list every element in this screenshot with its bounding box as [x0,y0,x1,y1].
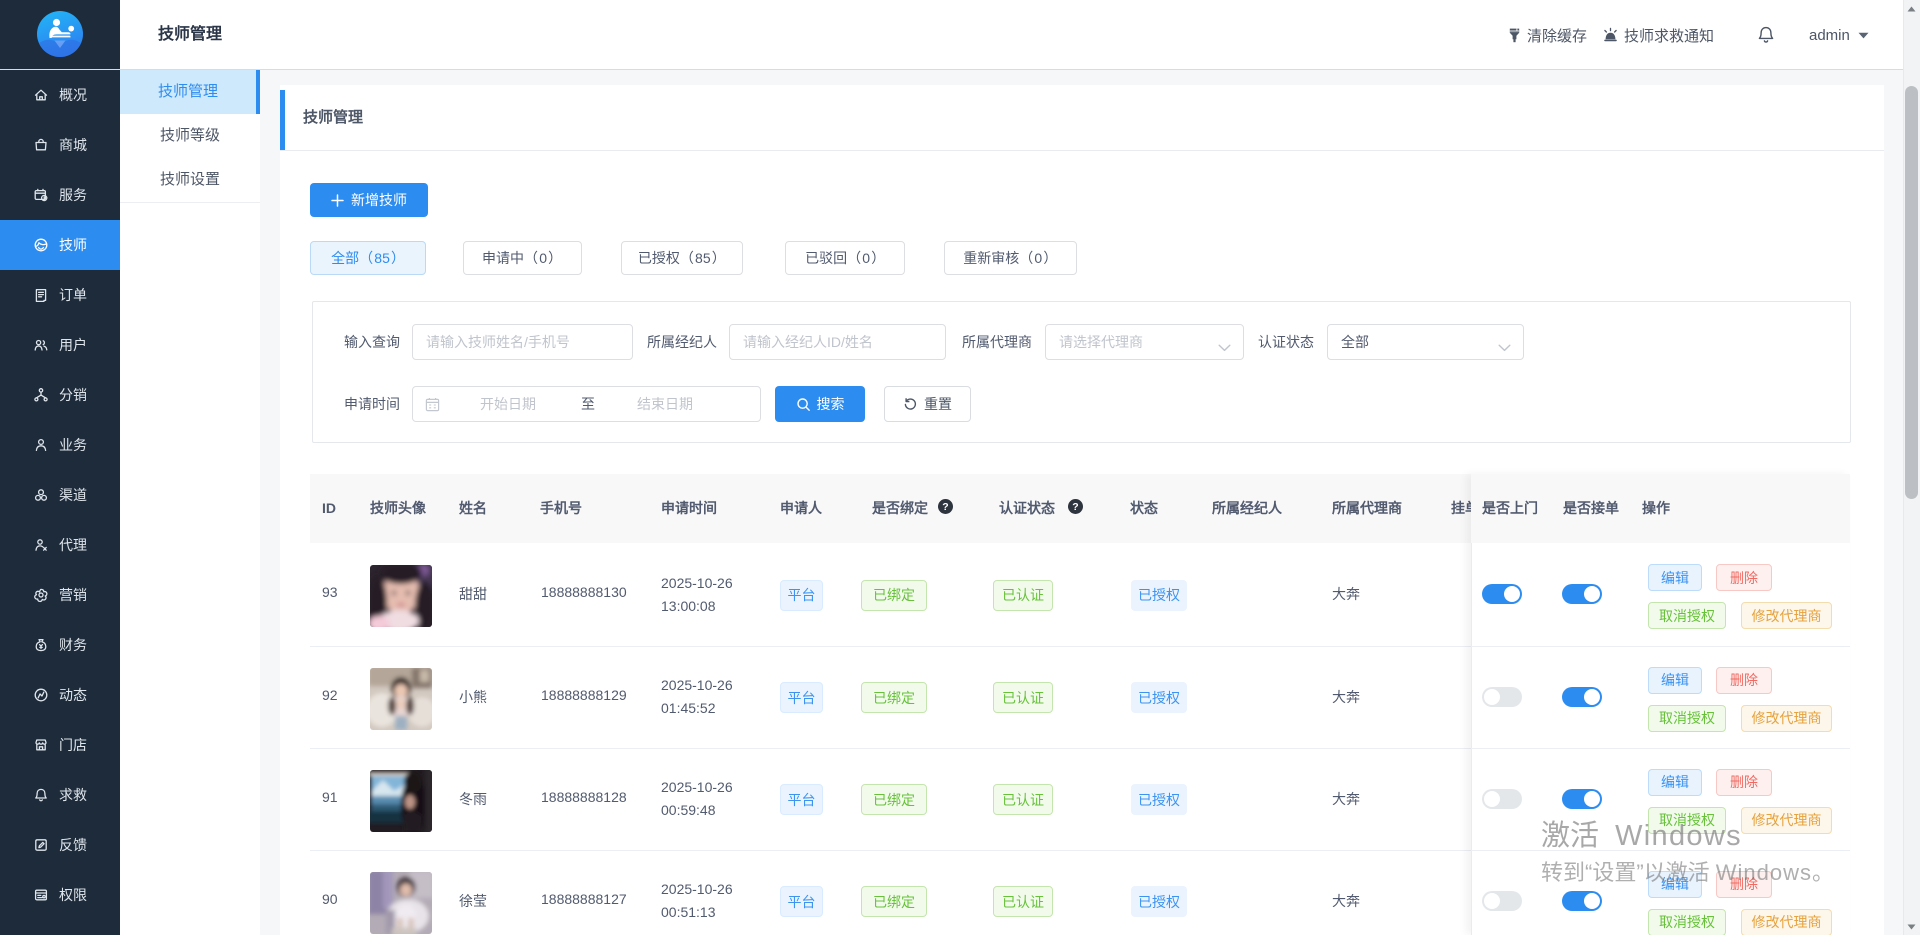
svg-text:?: ? [942,501,948,513]
svg-text:?: ? [1072,501,1078,513]
